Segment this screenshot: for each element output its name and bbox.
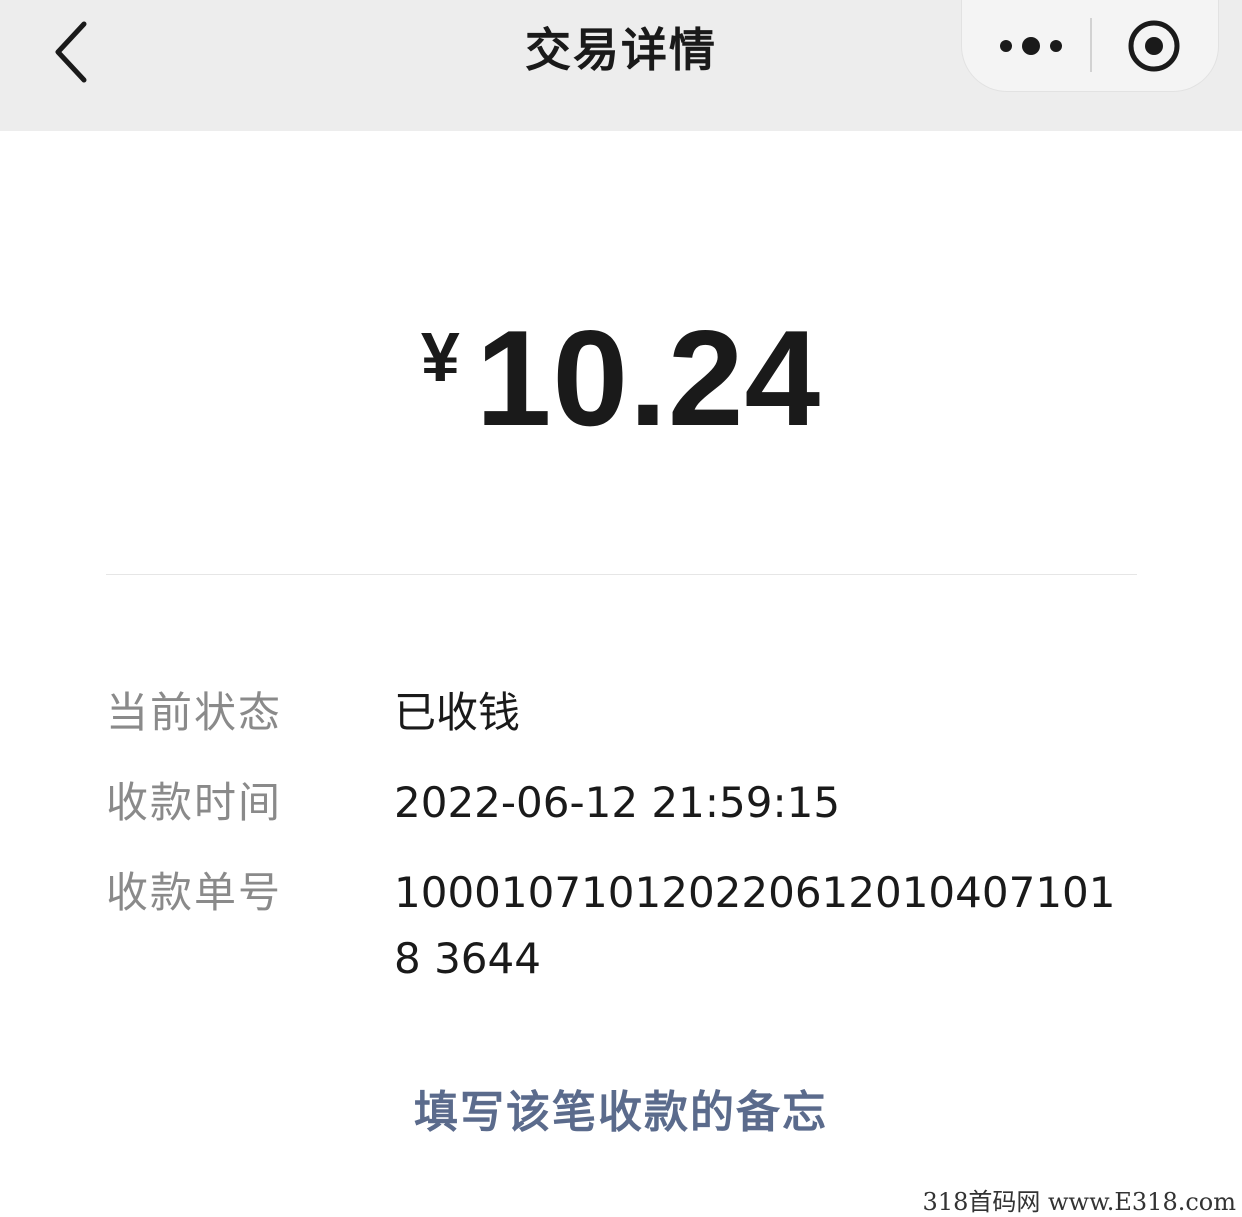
time-value: 2022-06-12 21:59:15 [394,778,841,827]
close-button[interactable] [1124,16,1184,76]
status-label: 当前状态 [106,688,283,737]
currency-symbol: ¥ [420,318,460,396]
more-button[interactable] [988,18,1074,74]
target-close-icon [1128,20,1180,72]
time-label: 收款时间 [106,778,283,827]
more-dots-icon [1000,37,1062,55]
order-label: 收款单号 [106,868,283,917]
watermark: 318首码网 www.E318.com [920,1182,1238,1217]
amount-display: ¥10.24 [0,300,1242,456]
mini-program-capsule [961,0,1219,92]
capsule-divider [1090,18,1092,72]
memo-link[interactable]: 填写该笔收款的备忘 [0,1076,1242,1140]
amount-value: 10.24 [475,302,822,454]
divider [106,574,1137,575]
order-value: 1000107101202206120104071018 3644 [394,868,1116,983]
nav-bar: 交易详情 [0,0,1242,131]
status-value: 已收钱 [394,688,521,737]
